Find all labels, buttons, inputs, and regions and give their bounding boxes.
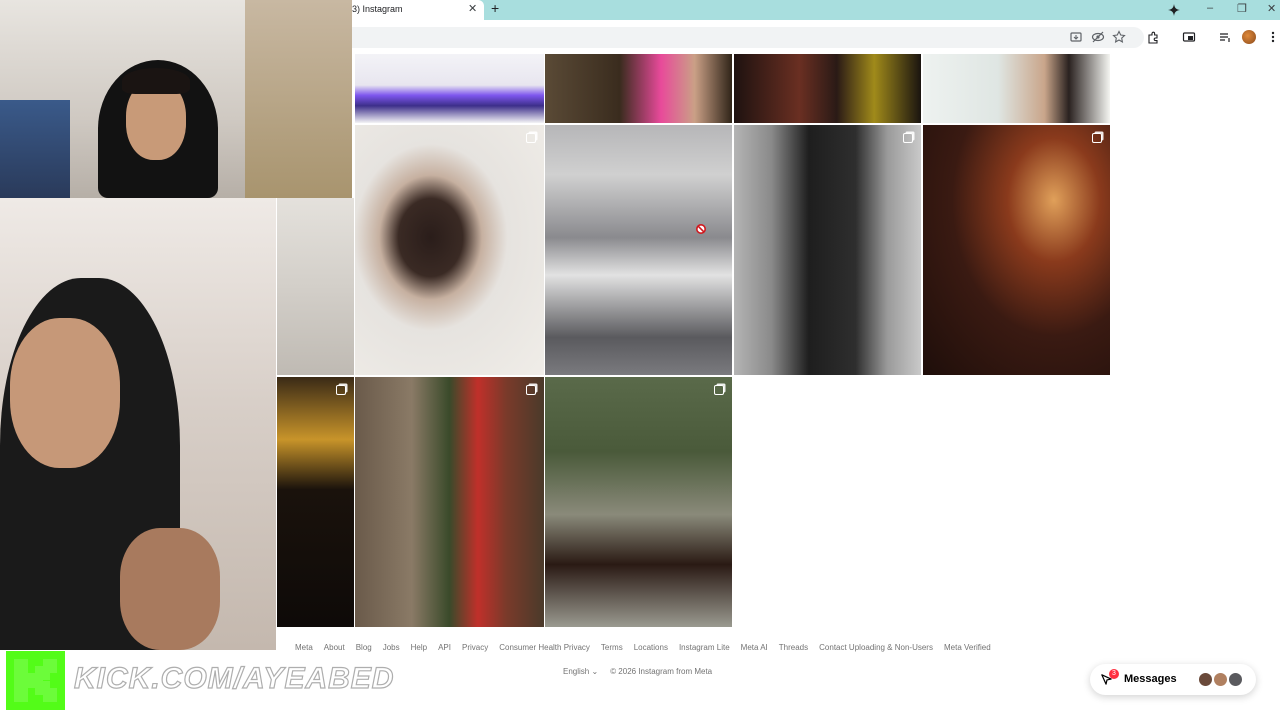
messages-label: Messages (1124, 673, 1177, 685)
messages-button[interactable]: 3 Messages (1090, 664, 1256, 695)
avatar (1213, 672, 1228, 687)
multi-post-icon (714, 385, 724, 395)
post-led-lights[interactable] (355, 54, 544, 123)
footer-link-locations[interactable]: Locations (634, 643, 668, 655)
kick-url: KICK.COM/AYEABED (73, 661, 395, 695)
restore-button[interactable]: ❐ (1237, 2, 1247, 15)
kebab-menu-icon[interactable] (1266, 30, 1280, 44)
multi-post-icon (1092, 133, 1102, 143)
multi-post-icon (526, 133, 536, 143)
footer-link-api[interactable]: API (438, 643, 451, 655)
address-bar[interactable] (352, 27, 1144, 48)
footer-link-consumer-health-privacy[interactable]: Consumer Health Privacy (499, 643, 590, 655)
profile-avatar[interactable] (1242, 30, 1256, 44)
browser-tab-bar: 3) Instagram ✕ + – ❐ ✕ (352, 0, 1280, 20)
footer-link-meta-verified[interactable]: Meta Verified (944, 643, 991, 655)
tab-title: 3) Instagram (352, 4, 403, 14)
screen-share-icon[interactable] (1182, 30, 1196, 44)
multi-post-icon (903, 133, 913, 143)
new-tab-button[interactable]: + (491, 0, 499, 16)
eye-off-icon[interactable] (1091, 30, 1105, 44)
webcam-guest (0, 198, 276, 650)
post-brownstone-street[interactable] (355, 377, 544, 627)
post-couch-partial[interactable] (277, 198, 354, 375)
footer-bottom: English ⌄ © 2026 Instagram from Meta (563, 667, 712, 676)
close-window-button[interactable]: ✕ (1267, 2, 1276, 15)
media-controls-icon[interactable] (1218, 30, 1232, 44)
no-entry-icon (696, 224, 706, 234)
browser-toolbar (352, 20, 1280, 53)
language-selector[interactable]: English ⌄ (563, 667, 598, 676)
browser-tab-instagram[interactable]: 3) Instagram ✕ (352, 0, 484, 20)
footer-link-blog[interactable]: Blog (356, 643, 372, 655)
post-pool-legs[interactable] (923, 54, 1110, 123)
kick-k-icon (14, 659, 57, 702)
gemini-sparkle-icon[interactable] (1167, 3, 1181, 17)
copyright: © 2026 Instagram from Meta (610, 667, 713, 676)
language-label: English (563, 667, 590, 676)
footer-link-contact-uploading[interactable]: Contact Uploading & Non-Users (819, 643, 933, 655)
kick-logo (6, 651, 65, 710)
footer-link-privacy[interactable]: Privacy (462, 643, 488, 655)
post-boat-pink[interactable] (545, 54, 732, 123)
footer-link-terms[interactable]: Terms (601, 643, 623, 655)
chevron-down-icon: ⌄ (591, 667, 599, 676)
post-night-partial[interactable] (277, 377, 354, 627)
footer-link-help[interactable]: Help (411, 643, 427, 655)
footer-links: Meta About Blog Jobs Help API Privacy Co… (295, 643, 1002, 655)
post-plaza-bench[interactable] (545, 377, 732, 627)
avatar (1198, 672, 1213, 687)
footer-link-meta[interactable]: Meta (295, 643, 313, 655)
footer-link-instagram-lite[interactable]: Instagram Lite (679, 643, 730, 655)
screen: 3) Instagram ✕ + – ❐ ✕ Meta About Blog J… (0, 0, 1280, 720)
footer-link-jobs[interactable]: Jobs (383, 643, 400, 655)
extensions-icon[interactable] (1146, 30, 1160, 44)
post-restaurant-interior[interactable] (923, 125, 1110, 375)
footer-link-about[interactable]: About (324, 643, 345, 655)
install-app-icon[interactable] (1069, 30, 1083, 44)
post-dark-dress[interactable] (734, 54, 921, 123)
tab-close-icon[interactable]: ✕ (468, 2, 477, 15)
avatar (1228, 672, 1243, 687)
post-lying-portrait[interactable] (355, 125, 544, 375)
minimize-button[interactable]: – (1207, 2, 1213, 14)
footer-link-meta-ai[interactable]: Meta AI (741, 643, 768, 655)
post-car-pose[interactable] (545, 125, 732, 375)
footer-link-threads[interactable]: Threads (779, 643, 808, 655)
unread-badge: 3 (1109, 669, 1119, 679)
bookmark-star-icon[interactable] (1112, 30, 1126, 44)
webcam-streamer (0, 0, 352, 198)
multi-post-icon (526, 385, 536, 395)
multi-post-icon (336, 385, 346, 395)
post-bw-leather-jacket[interactable] (734, 125, 921, 375)
